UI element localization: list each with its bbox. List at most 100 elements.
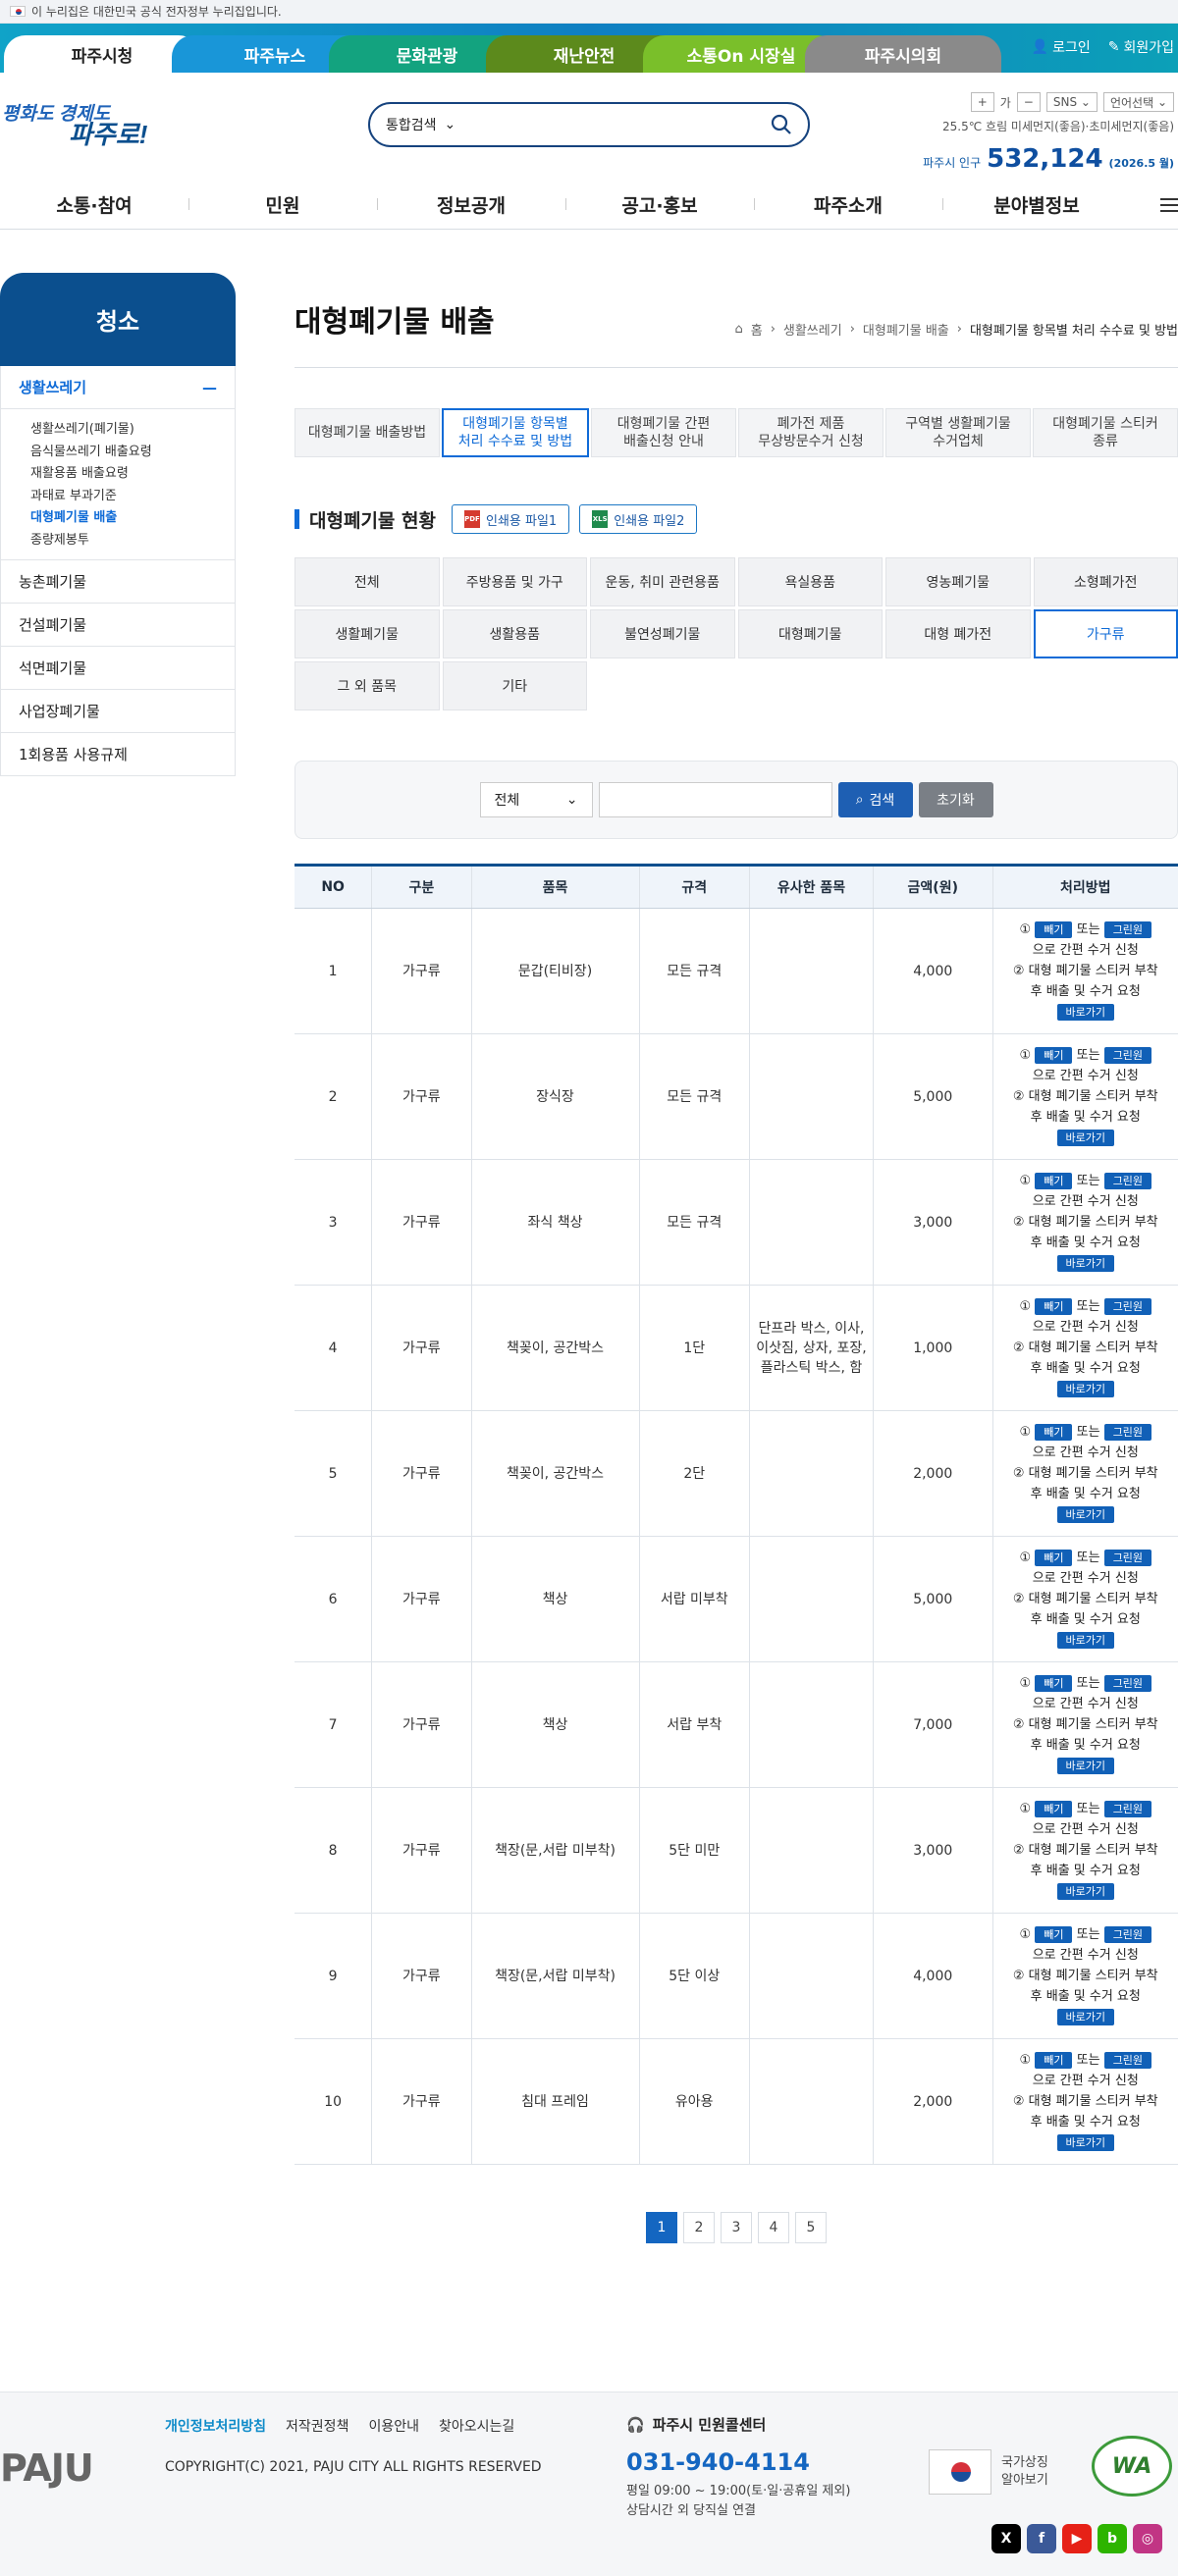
gnb-fields[interactable]: 분야별정보 <box>942 191 1131 218</box>
greenone-badge[interactable]: 그린원 <box>1103 1675 1152 1692</box>
national-symbol-link[interactable]: 국가상징 알아보기 <box>929 2449 1048 2495</box>
category-button[interactable]: 소형폐가전 <box>1033 557 1178 606</box>
lnb-section-disposable[interactable]: 1회용품 사용규제 <box>0 733 236 776</box>
ppaegi-badge[interactable]: 빼기 <box>1035 2052 1073 2069</box>
lnb-sub-item[interactable]: 과태료 부과기준 <box>30 486 235 508</box>
go-button[interactable]: 바로가기 <box>1056 1004 1114 1021</box>
sns-icon[interactable]: b <box>1098 2524 1127 2553</box>
lnb-section-asbestos[interactable]: 석면폐기물 <box>0 647 236 690</box>
filter-select[interactable]: 전체 ⌄ <box>479 782 593 817</box>
lnb-sub-item[interactable]: 음식물쓰레기 배출요령 <box>30 442 235 464</box>
go-button[interactable]: 바로가기 <box>1056 1883 1114 1900</box>
ppaegi-badge[interactable]: 빼기 <box>1035 1424 1073 1441</box>
go-button[interactable]: 바로가기 <box>1056 1381 1114 1397</box>
gnb-about[interactable]: 파주소개 <box>754 191 942 218</box>
go-button[interactable]: 바로가기 <box>1056 1506 1114 1523</box>
login-link[interactable]: 👤 로그인 <box>1032 37 1091 57</box>
go-button[interactable]: 바로가기 <box>1056 1632 1114 1649</box>
breadcrumb-item[interactable]: 생활쓰레기 <box>783 320 842 339</box>
lnb-sub-item[interactable]: 생활쓰레기(폐기물) <box>30 419 235 442</box>
greenone-badge[interactable]: 그린원 <box>1103 1173 1152 1189</box>
ppaegi-badge[interactable]: 빼기 <box>1035 1801 1073 1817</box>
go-button[interactable]: 바로가기 <box>1056 1255 1114 1272</box>
category-button[interactable]: 대형폐기물 <box>737 609 883 658</box>
go-button[interactable]: 바로가기 <box>1056 1758 1114 1774</box>
footer-link[interactable]: 찾아오시는길 <box>439 2416 514 2436</box>
filter-search-button[interactable]: ⌕ 검색 <box>837 782 913 817</box>
print-file2-button[interactable]: XLS 인쇄용 파일2 <box>579 504 698 534</box>
ppaegi-badge[interactable]: 빼기 <box>1035 1550 1073 1566</box>
footer-link[interactable]: 이용안내 <box>368 2416 419 2436</box>
ppaegi-badge[interactable]: 빼기 <box>1035 1173 1073 1189</box>
category-button[interactable]: 생활용품 <box>442 609 587 658</box>
breadcrumb-item[interactable]: 대형폐기물 배출 <box>863 320 949 339</box>
greenone-badge[interactable]: 그린원 <box>1103 921 1152 938</box>
font-minus-button[interactable]: − <box>1016 92 1041 112</box>
footer-link[interactable]: 저작권정책 <box>286 2416 348 2436</box>
page-button[interactable]: 1 <box>646 2212 677 2243</box>
sns-icon[interactable]: ◎ <box>1133 2524 1162 2553</box>
filter-reset-button[interactable]: 초기화 <box>918 782 993 817</box>
sns-icon[interactable]: ▶ <box>1062 2524 1092 2553</box>
greenone-badge[interactable]: 그린원 <box>1103 1550 1152 1566</box>
category-button[interactable]: 운동, 취미 관련용품 <box>590 557 735 606</box>
site-tab-council[interactable]: 파주시의회 <box>805 35 1001 73</box>
search-scope-select[interactable]: 통합검색 ⌄ <box>386 115 494 134</box>
join-link[interactable]: ✎ 회원가입 <box>1108 37 1174 57</box>
lnb-section-business[interactable]: 사업장폐기물 <box>0 690 236 733</box>
site-logo[interactable]: 평화도 경제도 파주로! <box>0 94 157 153</box>
category-button[interactable]: 욕실용품 <box>737 557 883 606</box>
page-button[interactable]: 5 <box>795 2212 827 2243</box>
greenone-badge[interactable]: 그린원 <box>1103 1424 1152 1441</box>
call-center-phone[interactable]: 031-940-4114 <box>626 2448 850 2476</box>
gnb-notice[interactable]: 공고·홍보 <box>565 191 754 218</box>
category-button[interactable]: 영농폐기물 <box>885 557 1031 606</box>
page-button[interactable]: 4 <box>758 2212 789 2243</box>
lnb-sub-item-active[interactable]: 대형폐기물 배출 <box>30 507 235 530</box>
tab-easy-apply[interactable]: 대형폐기물 간편 배출신청 안내 <box>591 408 736 457</box>
category-button[interactable]: 불연성폐기물 <box>590 609 735 658</box>
site-tab-city[interactable]: 파주시청 <box>4 35 200 73</box>
tab-collectors[interactable]: 구역별 생활폐기물 수거업체 <box>885 408 1031 457</box>
page-button[interactable]: 3 <box>721 2212 752 2243</box>
lnb-section-farm[interactable]: 농촌폐기물 <box>0 560 236 604</box>
ppaegi-badge[interactable]: 빼기 <box>1035 1675 1073 1692</box>
go-button[interactable]: 바로가기 <box>1056 2134 1114 2151</box>
search-icon[interactable] <box>771 114 792 135</box>
category-button[interactable]: 가구류 <box>1033 609 1178 658</box>
ppaegi-badge[interactable]: 빼기 <box>1035 1047 1073 1064</box>
gnb-information[interactable]: 정보공개 <box>377 191 565 218</box>
tab-how-to[interactable]: 대형폐기물 배출방법 <box>294 408 440 457</box>
gnb-civil[interactable]: 민원 <box>188 191 377 218</box>
greenone-badge[interactable]: 그린원 <box>1103 1047 1152 1064</box>
category-button[interactable]: 전체 <box>294 557 440 606</box>
tab-appliance[interactable]: 폐가전 제품 무상방문수거 신청 <box>738 408 884 457</box>
search-input[interactable] <box>494 110 771 139</box>
category-button[interactable]: 그 외 품목 <box>294 661 440 710</box>
lnb-sub-item[interactable]: 종량제봉투 <box>30 530 235 552</box>
tab-fees[interactable]: 대형폐기물 항목별 처리 수수료 및 방법 <box>442 408 589 457</box>
ppaegi-badge[interactable]: 빼기 <box>1035 1926 1073 1943</box>
category-button[interactable]: 주방용품 및 가구 <box>442 557 587 606</box>
footer-link[interactable]: 개인정보처리방침 <box>165 2416 266 2436</box>
category-button[interactable]: 기타 <box>442 661 587 710</box>
greenone-badge[interactable]: 그린원 <box>1103 1298 1152 1315</box>
print-file1-button[interactable]: PDF 인쇄용 파일1 <box>451 504 570 534</box>
gnb-participation[interactable]: 소통·참여 <box>0 191 188 218</box>
ppaegi-badge[interactable]: 빼기 <box>1035 921 1073 938</box>
greenone-badge[interactable]: 그린원 <box>1103 1801 1152 1817</box>
category-button[interactable]: 대형 폐가전 <box>885 609 1031 658</box>
page-button[interactable]: 2 <box>683 2212 715 2243</box>
ppaegi-badge[interactable]: 빼기 <box>1035 1298 1073 1315</box>
language-select[interactable]: 언어선택 ⌄ <box>1102 92 1174 112</box>
lnb-sub-item[interactable]: 재활용품 배출요령 <box>30 463 235 486</box>
sns-icon[interactable]: X <box>991 2524 1021 2553</box>
greenone-badge[interactable]: 그린원 <box>1103 2052 1152 2069</box>
breadcrumb-home[interactable]: 홈 <box>751 320 763 339</box>
greenone-badge[interactable]: 그린원 <box>1103 1926 1152 1943</box>
lnb-section-household[interactable]: 생활쓰레기 — <box>0 366 236 409</box>
sns-select[interactable]: SNS ⌄ <box>1045 92 1098 112</box>
tab-stickers[interactable]: 대형폐기물 스티커 종류 <box>1033 408 1178 457</box>
hamburger-menu-icon[interactable] <box>1160 198 1178 212</box>
lnb-section-construction[interactable]: 건설폐기물 <box>0 604 236 647</box>
